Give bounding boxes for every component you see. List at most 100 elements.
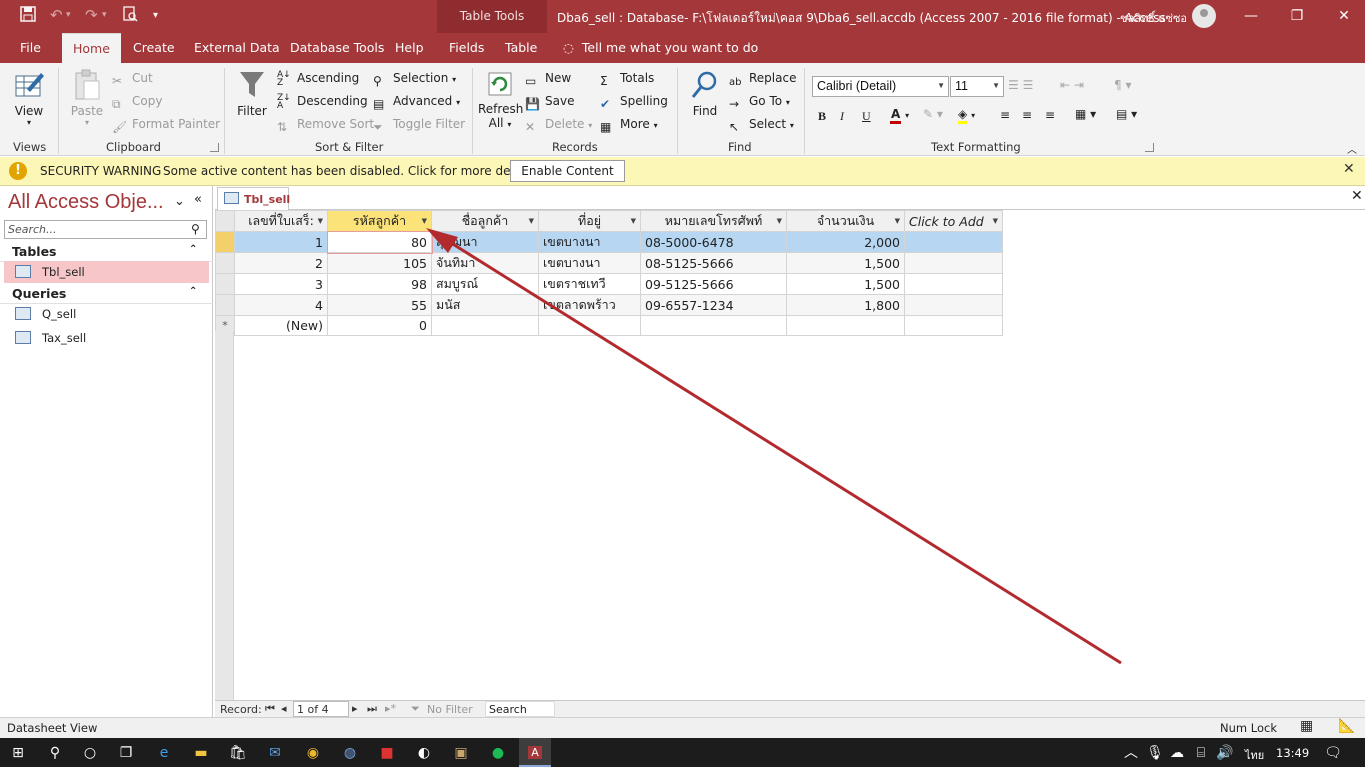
ascending-button[interactable]: A↓ Z Ascending bbox=[277, 71, 359, 88]
archive-app-icon[interactable]: ▣ bbox=[450, 742, 472, 764]
tab-fields[interactable]: Fields bbox=[449, 33, 484, 63]
column-header[interactable]: ที่อยู่ ▼ bbox=[538, 210, 641, 232]
cell[interactable]: 0 bbox=[327, 315, 432, 336]
indent-icon[interactable]: ⇤ ⇥ bbox=[1060, 78, 1084, 92]
search-icon[interactable]: ⚲ bbox=[44, 742, 66, 764]
cell[interactable] bbox=[904, 273, 1003, 295]
clipboard-launcher-icon[interactable] bbox=[210, 143, 219, 152]
close-icon[interactable]: ✕ bbox=[1343, 161, 1355, 177]
goto-button[interactable]: → Go To ▾ bbox=[729, 94, 790, 113]
tab-database-tools[interactable]: Database Tools bbox=[290, 33, 384, 63]
access-taskbar-icon[interactable]: A bbox=[519, 738, 551, 767]
new-record-nav-icon[interactable]: ▸* bbox=[385, 702, 396, 715]
microphone-icon[interactable]: 🎙 bbox=[1144, 742, 1166, 764]
discord-icon[interactable]: ◍ bbox=[339, 742, 361, 764]
font-size-combo[interactable]: 11 ▼ bbox=[950, 76, 1004, 97]
more-button[interactable]: ▦ More ▾ bbox=[600, 117, 658, 136]
user-name[interactable]: ชลสิทธิ์ แซ่ซอ bbox=[1120, 9, 1187, 27]
column-header-selected[interactable]: รหัสลูกค้า ▼ bbox=[327, 210, 432, 232]
cell[interactable]: จันทิมา bbox=[431, 252, 539, 274]
bullets-icon[interactable]: ☰ ☰ bbox=[1008, 78, 1033, 92]
customize-qat-icon[interactable]: ▾ bbox=[153, 10, 158, 21]
text-formatting-launcher-icon[interactable] bbox=[1145, 143, 1154, 152]
dropdown-arrow-icon[interactable]: ▼ bbox=[631, 217, 636, 225]
cell[interactable]: 09-5125-5666 bbox=[640, 273, 787, 295]
advanced-button[interactable]: ▤ Advanced ▾ bbox=[373, 94, 460, 113]
column-header[interactable]: จำนวนเงิน ▼ bbox=[786, 210, 905, 232]
redo-icon[interactable]: ↷ bbox=[85, 6, 98, 24]
view-button[interactable]: View ▾ bbox=[10, 69, 48, 127]
security-warning-message[interactable]: Some active content has been disabled. C… bbox=[163, 164, 539, 178]
select-button[interactable]: ↖ Select ▾ bbox=[729, 117, 794, 136]
tab-external-data[interactable]: External Data bbox=[194, 33, 280, 63]
cell[interactable]: สุวัฒนา bbox=[431, 231, 539, 253]
cell[interactable]: 1 bbox=[234, 231, 328, 253]
clock[interactable]: 13:49 bbox=[1276, 746, 1309, 760]
document-tab-tbl-sell[interactable]: Tbl_sell bbox=[217, 187, 290, 210]
close-window-icon[interactable]: ✕ bbox=[1329, 4, 1359, 28]
column-header[interactable]: ชื่อลูกค้า ▼ bbox=[431, 210, 539, 232]
chevron-up-icon[interactable]: ︿ bbox=[1120, 742, 1142, 764]
alternate-row-color-icon[interactable]: ▤ ▾ bbox=[1116, 107, 1137, 121]
column-header[interactable]: หมายเลขโทรศัพท์ ▼ bbox=[640, 210, 787, 232]
volume-icon[interactable]: 🔊 bbox=[1214, 742, 1236, 764]
restore-icon[interactable]: ❐ bbox=[1282, 4, 1312, 28]
table-row[interactable]: 3 98 สมบูรณ์ เขตราชเทวี 09-5125-5666 1,5… bbox=[215, 273, 1003, 295]
cortana-icon[interactable]: ○ bbox=[79, 742, 101, 764]
row-selector[interactable] bbox=[215, 231, 235, 253]
totals-button[interactable]: Σ Totals bbox=[600, 71, 654, 90]
datasheet-view-switch-icon[interactable]: ▦ bbox=[1300, 718, 1313, 734]
network-icon[interactable]: ☁ bbox=[1166, 742, 1188, 764]
game-app-icon[interactable]: ■ bbox=[376, 742, 398, 764]
dropdown-arrow-icon[interactable]: ▼ bbox=[993, 217, 998, 225]
cell[interactable]: 2,000 bbox=[786, 231, 905, 253]
task-view-icon[interactable]: ❐ bbox=[115, 742, 137, 764]
tab-file[interactable]: File bbox=[20, 33, 41, 63]
bold-button[interactable]: B bbox=[818, 109, 826, 124]
screen-icon[interactable]: ⌸ bbox=[1190, 742, 1212, 764]
chrome-icon[interactable]: ◉ bbox=[302, 742, 324, 764]
cell[interactable] bbox=[431, 315, 539, 336]
mail-icon[interactable]: ✉ bbox=[264, 742, 286, 764]
first-record-icon[interactable]: ⏮ bbox=[265, 702, 275, 716]
close-document-icon[interactable]: ✕ bbox=[1351, 188, 1363, 204]
cell[interactable]: 3 bbox=[234, 273, 328, 295]
cell[interactable]: 08-5125-5666 bbox=[640, 252, 787, 274]
table-row[interactable]: 4 55 มนัส เขตลาดพร้าว 09-6557-1234 1,800 bbox=[215, 294, 1003, 316]
dropdown-arrow-icon[interactable]: ▼ bbox=[777, 217, 782, 225]
dropdown-arrow-icon[interactable]: ▼ bbox=[895, 217, 900, 225]
undo-dropdown-icon[interactable]: ▾ bbox=[66, 10, 71, 20]
underline-button[interactable]: U bbox=[862, 109, 871, 124]
background-color-button[interactable]: ◈ ▾ bbox=[958, 107, 975, 124]
redo-dropdown-icon[interactable]: ▾ bbox=[102, 10, 107, 20]
dropdown-arrow-icon[interactable]: ▼ bbox=[422, 217, 427, 225]
nav-item-q-sell[interactable]: Q_sell bbox=[4, 303, 209, 325]
cell-editing[interactable]: 80 bbox=[326, 230, 433, 254]
format-painter-button[interactable]: 🖌 Format Painter bbox=[112, 117, 220, 136]
dropdown-arrow-icon[interactable]: ▼ bbox=[318, 217, 323, 225]
nav-item-tbl-sell[interactable]: Tbl_sell bbox=[4, 261, 209, 283]
edge-icon[interactable]: e bbox=[153, 742, 175, 764]
print-preview-icon[interactable] bbox=[122, 6, 138, 26]
cell[interactable]: เขตบางนา bbox=[538, 252, 641, 274]
toggle-filter-button[interactable]: ⏷ Toggle Filter bbox=[373, 117, 465, 136]
cell[interactable]: 98 bbox=[327, 273, 432, 295]
steam-icon[interactable]: ◐ bbox=[413, 742, 435, 764]
new-record-button[interactable]: ▭ New bbox=[525, 71, 571, 90]
delete-record-button[interactable]: ✕ Delete ▾ bbox=[525, 117, 592, 136]
notification-icon[interactable]: 🗨 bbox=[1322, 742, 1344, 764]
paste-button[interactable]: Paste ▾ bbox=[68, 69, 106, 127]
cell[interactable]: (New) bbox=[234, 315, 328, 336]
cell[interactable]: 1,500 bbox=[786, 252, 905, 274]
tab-help[interactable]: Help bbox=[395, 33, 424, 63]
no-filter-label[interactable]: No Filter bbox=[427, 703, 473, 716]
nav-menu-chevron-icon[interactable]: ⌄ bbox=[174, 194, 185, 209]
cell[interactable]: 105 bbox=[327, 252, 432, 274]
refresh-all-button[interactable]: Refresh All ▾ bbox=[478, 69, 523, 130]
font-name-combo[interactable]: Calibri (Detail) ▼ bbox=[812, 76, 949, 97]
nav-section-queries[interactable]: Queries ⌃ bbox=[0, 283, 213, 304]
click-to-add-header[interactable]: Click to Add ▼ bbox=[904, 210, 1003, 232]
table-row[interactable]: 2 105 จันทิมา เขตบางนา 08-5125-5666 1,50… bbox=[215, 252, 1003, 274]
font-color-button[interactable]: A ▾ bbox=[890, 107, 909, 124]
input-language[interactable]: ไทย bbox=[1245, 746, 1264, 764]
